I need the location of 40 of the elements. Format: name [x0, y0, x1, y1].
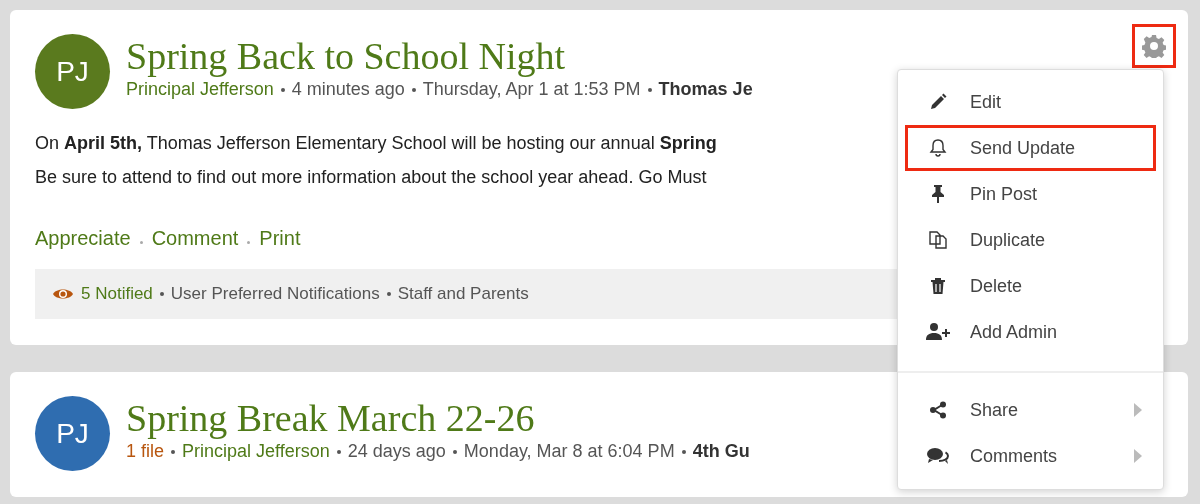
- menu-item[interactable]: Edit: [905, 79, 1156, 125]
- post-text: On April 5th, Thomas Jefferson Elementary School will be hosting our annual Spring: [35, 132, 717, 155]
- menu-item[interactable]: Duplicate: [905, 217, 1156, 263]
- notified-count[interactable]: 5 Notified: [81, 284, 153, 304]
- group-name: 4th Gu: [692, 441, 750, 462]
- chat-bubbles-icon: [927, 447, 949, 465]
- notification-detail: Staff and Parents: [397, 284, 529, 304]
- pencil-icon: [929, 93, 947, 111]
- meta-text: Monday, Mar 8 at 6:04 PM: [463, 441, 675, 462]
- author-link[interactable]: Principal Jefferson: [126, 79, 274, 100]
- post-title[interactable]: Spring Break March 22-26: [126, 395, 750, 441]
- menu-item[interactable]: Share: [905, 387, 1156, 433]
- action-link[interactable]: Appreciate: [35, 227, 131, 250]
- menu-item[interactable]: Send Update: [905, 125, 1156, 171]
- pushpin-icon: [931, 184, 945, 204]
- meta-text: 4 minutes ago: [291, 79, 405, 100]
- gear-icon: [1142, 34, 1166, 58]
- add-user-icon: [926, 322, 950, 342]
- meta-text: Thursday, Apr 1 at 1:53 PM: [422, 79, 641, 100]
- avatar: PJ: [35, 396, 110, 471]
- menu-item[interactable]: Add Admin: [905, 309, 1156, 355]
- action-link[interactable]: Print: [259, 227, 301, 250]
- post-title[interactable]: Spring Back to School Night: [126, 33, 753, 79]
- share-icon: [929, 401, 947, 419]
- settings-button[interactable]: [1132, 24, 1176, 68]
- file-link[interactable]: 1 file: [126, 441, 165, 462]
- notification-detail: User Preferred Notifications: [170, 284, 380, 304]
- trash-icon: [930, 277, 946, 295]
- menu-item[interactable]: Pin Post: [905, 171, 1156, 217]
- menu-item[interactable]: Delete: [905, 263, 1156, 309]
- bell-icon: [929, 138, 947, 158]
- post-text: Be sure to attend to find out more information about the school year ahead. Go Must: [35, 166, 707, 189]
- menu-item[interactable]: Comments: [905, 433, 1156, 479]
- group-name: Thomas Je: [658, 79, 753, 100]
- meta-text: 24 days ago: [347, 441, 446, 462]
- author-link[interactable]: Principal Jefferson: [182, 441, 330, 462]
- eye-icon: [53, 287, 73, 301]
- action-link[interactable]: Comment: [151, 227, 239, 250]
- copy-icon: [928, 230, 948, 250]
- avatar: PJ: [35, 34, 110, 109]
